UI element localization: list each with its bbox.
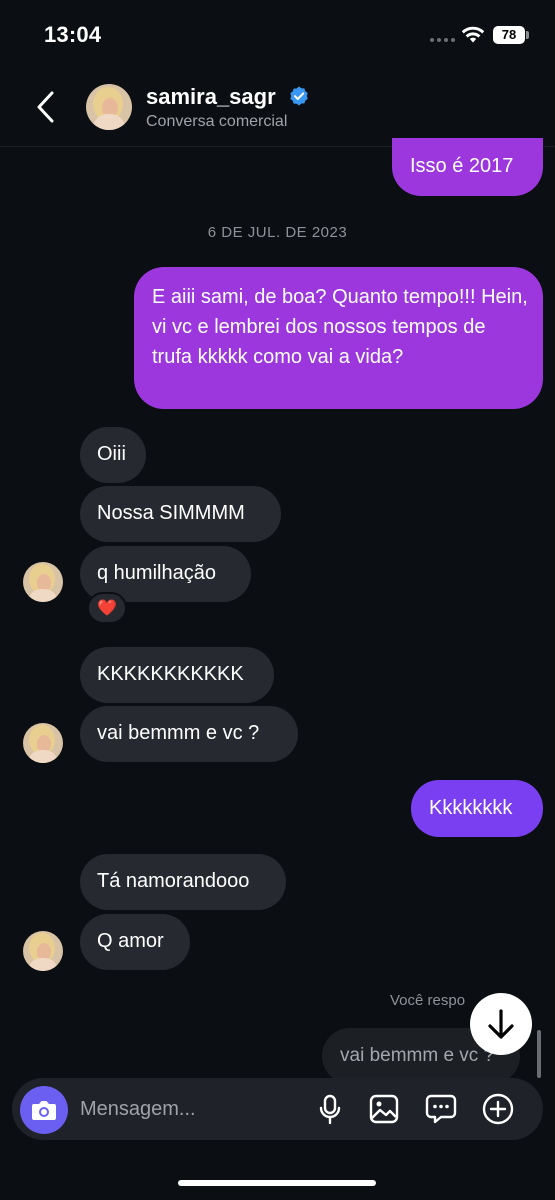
- conversation-type: Conversa comercial: [146, 113, 288, 130]
- profile-avatar[interactable]: [86, 84, 132, 130]
- scrollbar-thumb[interactable]: [537, 1030, 541, 1078]
- contact-avatar[interactable]: [23, 931, 63, 971]
- status-time: 13:04: [44, 22, 102, 47]
- scroll-to-bottom-button[interactable]: [470, 993, 532, 1055]
- add-plus-icon[interactable]: [481, 1092, 515, 1126]
- battery-level: 78: [493, 26, 525, 44]
- reply-label: Você respo: [390, 992, 466, 1009]
- home-indicator: [178, 1180, 376, 1186]
- microphone-icon[interactable]: [313, 1092, 347, 1126]
- message-incoming[interactable]: Q amor: [80, 914, 190, 970]
- battery-tip: [526, 31, 529, 39]
- cellular-signal-icon: [430, 38, 456, 44]
- sticker-chat-icon[interactable]: [424, 1092, 458, 1126]
- contact-username[interactable]: samira_sagr: [146, 84, 276, 110]
- gallery-icon[interactable]: [367, 1092, 401, 1126]
- message-incoming[interactable]: Nossa SIMMMM: [80, 486, 281, 542]
- verified-badge-icon: [290, 86, 308, 106]
- date-separator: 6 DE JUL. DE 2023: [207, 224, 348, 241]
- camera-button[interactable]: [20, 1086, 68, 1134]
- message-incoming[interactable]: KKKKKKKKKKK: [80, 647, 274, 703]
- camera-icon: [32, 1101, 56, 1120]
- message-incoming[interactable]: vai bemmm e vc ?: [80, 706, 298, 762]
- message-input[interactable]: [80, 1094, 300, 1124]
- message-incoming[interactable]: Tá namorandooo: [80, 854, 286, 910]
- message-outgoing[interactable]: Isso é 2017: [392, 138, 543, 196]
- wifi-icon: [461, 26, 485, 43]
- message-outgoing[interactable]: Kkkkkkkk: [411, 780, 543, 837]
- back-arrow-icon[interactable]: [34, 90, 58, 124]
- contact-avatar[interactable]: [23, 562, 63, 602]
- message-outgoing[interactable]: E aiii sami, de boa? Quanto tempo!!! Hei…: [134, 267, 543, 409]
- message-incoming[interactable]: Oiii: [80, 427, 146, 483]
- heart-reaction[interactable]: ❤️: [87, 592, 127, 624]
- arrow-down-icon: [488, 1009, 514, 1039]
- contact-avatar[interactable]: [23, 723, 63, 763]
